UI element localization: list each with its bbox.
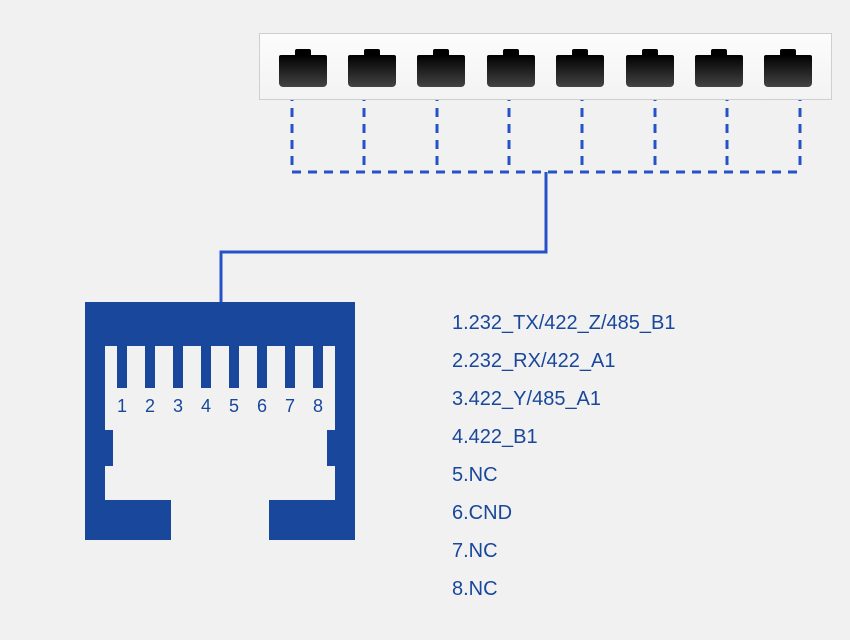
- rj45-port-icon: [487, 49, 535, 87]
- rj45-port-icon: [626, 49, 674, 87]
- pinout-row: 7.NC: [452, 532, 676, 570]
- rj45-port-icon: [417, 49, 465, 87]
- diagram-stage: 1 2 3 4 5 6 7 8 1.232_TX/422_Z/485_B1 2.…: [0, 0, 850, 640]
- pinout-row: 1.232_TX/422_Z/485_B1: [452, 304, 676, 342]
- pin-number: 3: [173, 396, 183, 417]
- jack-pins: [107, 346, 333, 392]
- rj45-port-icon: [556, 49, 604, 87]
- pin-number: 2: [145, 396, 155, 417]
- pinout-row: 3.422_Y/485_A1: [452, 380, 676, 418]
- pin-number: 1: [117, 396, 127, 417]
- rj45-port-icon: [279, 49, 327, 87]
- pin-number: 7: [285, 396, 295, 417]
- rj45-port-icon: [695, 49, 743, 87]
- pinout-row: 5.NC: [452, 456, 676, 494]
- pinout-row: 8.NC: [452, 570, 676, 608]
- rj45-port-strip: [259, 33, 832, 100]
- pin-number: 4: [201, 396, 211, 417]
- pinout-legend: 1.232_TX/422_Z/485_B1 2.232_RX/422_A1 3.…: [452, 304, 676, 608]
- jack-pin-numbers: 1 2 3 4 5 6 7 8: [107, 396, 333, 417]
- pin-number: 5: [229, 396, 239, 417]
- rj45-port-icon: [348, 49, 396, 87]
- pin-number: 8: [313, 396, 323, 417]
- pinout-row: 2.232_RX/422_A1: [452, 342, 676, 380]
- pinout-row: 4.422_B1: [452, 418, 676, 456]
- pin-number: 6: [257, 396, 267, 417]
- rj45-jack-icon: 1 2 3 4 5 6 7 8: [85, 302, 355, 540]
- rj45-port-icon: [764, 49, 812, 87]
- pinout-row: 6.CND: [452, 494, 676, 532]
